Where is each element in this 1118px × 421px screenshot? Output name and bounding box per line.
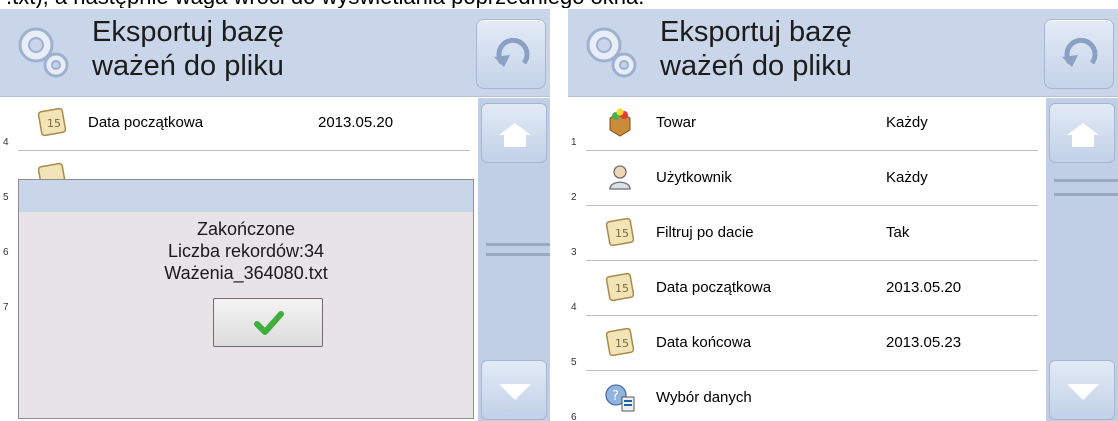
calendar-icon: 15 <box>37 107 67 137</box>
calendar-icon: 15 <box>605 327 635 357</box>
calendar-icon: 15 <box>605 217 635 247</box>
screen-header: Eksportuj bazę ważeń do pliku <box>0 9 550 97</box>
data-selection-icon: ? <box>605 384 635 412</box>
right-screen: Eksportuj bazę ważeń do pliku Towar Każd… <box>568 9 1118 421</box>
undo-arrow-icon <box>1062 37 1098 67</box>
divider <box>586 370 1038 371</box>
chevron-down-icon <box>1067 384 1099 400</box>
gear-icon <box>18 27 69 78</box>
caption-text: .txt), a następnie waga wróci do wyświet… <box>6 0 1116 8</box>
side-navigation <box>1046 98 1118 421</box>
left-screen: Eksportuj bazę ważeń do pliku 15 Data po… <box>0 9 550 421</box>
chevron-down-icon <box>499 384 531 400</box>
scroll-line <box>486 253 550 256</box>
scroll-line <box>1054 179 1118 182</box>
user-icon <box>609 165 631 190</box>
list-item-product[interactable]: Towar Każdy 1 <box>568 98 1046 153</box>
back-button[interactable] <box>1044 19 1114 89</box>
calendar-icon: 15 <box>605 272 635 302</box>
svg-text:?: ? <box>612 389 619 404</box>
ok-button[interactable] <box>213 298 323 347</box>
gear-icon <box>586 27 637 78</box>
home-icon <box>1067 123 1099 147</box>
list-item-user[interactable]: Użytkownik Każdy 2 <box>568 153 1046 208</box>
checkmark-icon <box>254 311 284 335</box>
scroll-line <box>486 243 550 246</box>
product-box-icon <box>609 108 631 137</box>
screen-header: Eksportuj bazę ważeń do pliku <box>568 9 1118 97</box>
divider <box>586 205 1038 206</box>
home-button[interactable] <box>1049 103 1115 163</box>
scroll-line <box>1054 193 1118 196</box>
scrollbar[interactable] <box>486 173 550 353</box>
home-icon <box>499 123 531 147</box>
dialog-header <box>19 180 473 212</box>
svg-text:15: 15 <box>615 337 629 350</box>
side-navigation <box>478 98 550 421</box>
back-button[interactable] <box>476 19 546 89</box>
list-item[interactable]: 15 Data początkowa 2013.05.20 4 <box>0 98 478 153</box>
dialog-message: Zakończone Liczba rekordów:34 Ważenia_36… <box>164 219 328 283</box>
list-item-date-filter[interactable]: 15 Filtruj po dacie Tak 3 <box>568 208 1046 263</box>
home-button[interactable] <box>481 103 547 163</box>
divider <box>586 150 1038 151</box>
svg-text:15: 15 <box>615 227 629 240</box>
divider <box>586 315 1038 316</box>
page-title: Eksportuj bazę ważeń do pliku <box>92 16 284 82</box>
divider <box>586 260 1038 261</box>
svg-text:15: 15 <box>615 282 629 295</box>
scroll-down-button[interactable] <box>481 360 547 420</box>
settings-list: Towar Każdy 1 Użytkownik Każdy 2 15 Filt… <box>568 98 1046 421</box>
page-title: Eksportuj bazę ważeń do pliku <box>660 16 852 82</box>
divider <box>18 150 470 151</box>
list-item-start-date[interactable]: 15 Data początkowa 2013.05.20 4 <box>568 263 1046 318</box>
scrollbar[interactable] <box>1054 173 1118 353</box>
list-item-end-date[interactable]: 15 Data końcowa 2013.05.23 5 <box>568 318 1046 373</box>
svg-text:15: 15 <box>47 117 61 130</box>
undo-arrow-icon <box>494 37 530 67</box>
scroll-down-button[interactable] <box>1049 360 1115 420</box>
list-item-data-selection[interactable]: ? Wybór danych 6 <box>568 373 1046 421</box>
